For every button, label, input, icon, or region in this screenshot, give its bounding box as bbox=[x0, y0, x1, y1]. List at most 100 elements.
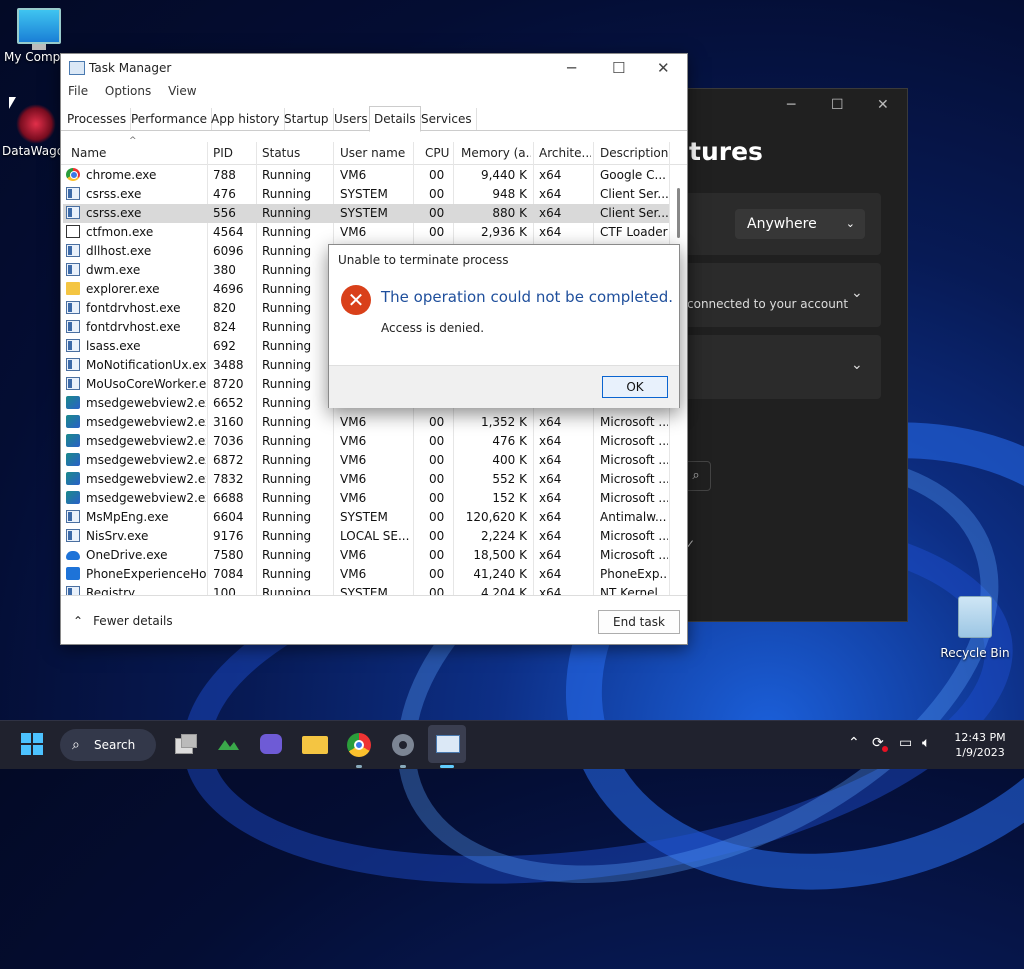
process-description: Microsoft ... bbox=[600, 472, 668, 486]
table-row[interactable]: PhoneExperienceHo... 7084 Running VM6 00 41,2… bbox=[63, 565, 669, 584]
start-button[interactable] bbox=[18, 730, 48, 760]
tab-startup[interactable]: Startup bbox=[280, 108, 334, 130]
process-description: Google C... bbox=[600, 168, 666, 182]
process-memory: 9,440 K bbox=[480, 168, 527, 182]
process-user: SYSTEM bbox=[340, 187, 388, 201]
process-architecture: x64 bbox=[539, 491, 562, 505]
process-memory: 400 K bbox=[492, 453, 527, 467]
close-icon[interactable]: ✕ bbox=[877, 97, 889, 113]
task-manager-taskbar-icon[interactable] bbox=[428, 725, 466, 763]
table-row[interactable]: NisSrv.exe 9176 Running LOCAL SE... 00 2,224 … bbox=[63, 527, 669, 546]
table-row[interactable]: MsMpEng.exe 6604 Running SYSTEM 00 120,620 K x… bbox=[63, 508, 669, 527]
minimize-icon[interactable]: ─ bbox=[787, 97, 795, 113]
column-header-cpu[interactable]: CPU bbox=[425, 146, 449, 160]
maximize-icon[interactable]: ☐ bbox=[612, 59, 625, 77]
application-icon bbox=[66, 339, 80, 352]
process-memory: 476 K bbox=[492, 434, 527, 448]
chrome-icon[interactable] bbox=[344, 730, 374, 760]
end-task-button[interactable]: End task bbox=[598, 610, 680, 634]
process-pid: 4564 bbox=[213, 225, 244, 239]
settings-gear-icon[interactable] bbox=[388, 730, 418, 760]
tab-app-history[interactable]: App history bbox=[207, 108, 285, 130]
process-name: MoNotificationUx.exe bbox=[86, 358, 206, 372]
column-header-status[interactable]: Status bbox=[262, 146, 300, 160]
scrollbar-thumb[interactable] bbox=[677, 188, 680, 238]
table-row[interactable]: csrss.exe 476 Running SYSTEM 00 948 K x64 Clien… bbox=[63, 185, 669, 204]
process-cpu: 00 bbox=[429, 548, 445, 562]
tab-users[interactable]: Users bbox=[330, 108, 373, 130]
title-bar[interactable]: Task Manager ─ ☐ ✕ bbox=[61, 54, 687, 82]
table-row[interactable]: msedgewebview2.exe 7832 Running VM6 00 552 K x… bbox=[63, 470, 669, 489]
process-pid: 820 bbox=[213, 301, 236, 315]
process-pid: 7832 bbox=[213, 472, 244, 486]
table-row[interactable]: msedgewebview2.exe 3160 Running VM6 00 1,352 … bbox=[63, 413, 669, 432]
tab-services[interactable]: Services bbox=[417, 108, 477, 130]
application-icon bbox=[66, 320, 80, 333]
widgets-icon[interactable] bbox=[213, 730, 243, 760]
taskbar-search[interactable]: ⌕ Search bbox=[60, 729, 156, 761]
process-cpu: 00 bbox=[429, 510, 445, 524]
process-status: Running bbox=[262, 548, 312, 562]
file-explorer-icon[interactable] bbox=[300, 730, 330, 760]
chrome-icon bbox=[66, 168, 80, 181]
column-header-architecture[interactable]: Archite... bbox=[539, 146, 591, 160]
column-header-pid[interactable]: PID bbox=[213, 146, 233, 160]
settings-heading: tures bbox=[689, 137, 763, 166]
settings-card[interactable]: connected to your account ⌄ bbox=[681, 263, 881, 327]
process-architecture: x64 bbox=[539, 415, 562, 429]
maximize-icon[interactable]: ☐ bbox=[831, 97, 844, 113]
show-hidden-icons-chevron-up-icon[interactable]: ⌃ bbox=[848, 735, 860, 751]
table-row[interactable]: msedgewebview2.exe 7036 Running VM6 00 476 K x… bbox=[63, 432, 669, 451]
fewer-details-button[interactable]: ⌃ Fewer details bbox=[73, 614, 173, 628]
volume-icon[interactable]: 🔈︎ bbox=[922, 735, 930, 751]
edge-webview-icon bbox=[66, 491, 80, 504]
process-user: LOCAL SE... bbox=[340, 529, 410, 543]
application-icon bbox=[66, 263, 80, 276]
process-name: dllhost.exe bbox=[86, 244, 152, 258]
table-row[interactable]: msedgewebview2.exe 6872 Running VM6 00 400 K x… bbox=[63, 451, 669, 470]
table-row[interactable]: chrome.exe 788 Running VM6 00 9,440 K x64 Googl… bbox=[63, 166, 669, 185]
column-header-name[interactable]: Name bbox=[71, 146, 106, 160]
tab-details[interactable]: Details bbox=[369, 106, 421, 132]
menu-file[interactable]: File bbox=[68, 84, 88, 98]
chevron-down-icon[interactable]: ⌄ bbox=[851, 285, 863, 301]
process-name: msedgewebview2.exe bbox=[86, 434, 206, 448]
chat-icon[interactable] bbox=[256, 730, 286, 760]
table-row[interactable]: csrss.exe 556 Running SYSTEM 00 880 K x64 Clien… bbox=[63, 204, 669, 223]
ok-button[interactable]: OK bbox=[602, 376, 668, 398]
column-header-user-name[interactable]: User name bbox=[340, 146, 405, 160]
install-source-dropdown[interactable]: Anywhere ⌄ bbox=[735, 209, 865, 239]
process-cpu: 00 bbox=[429, 225, 445, 239]
process-status: Running bbox=[262, 187, 312, 201]
error-dialog[interactable]: Unable to terminate process ✕ The operat… bbox=[328, 244, 680, 408]
process-cpu: 00 bbox=[429, 168, 445, 182]
dialog-main-instruction: The operation could not be completed. bbox=[381, 288, 674, 306]
process-status: Running bbox=[262, 510, 312, 524]
desktop-icon-datawagon[interactable]: DataWagon bbox=[2, 104, 72, 158]
desktop-icon-recycle-bin[interactable]: Recycle Bin bbox=[938, 596, 1012, 660]
process-name: msedgewebview2.exe bbox=[86, 396, 206, 410]
column-header-memory[interactable]: Memory (a... bbox=[461, 146, 531, 160]
table-row[interactable]: OneDrive.exe 7580 Running VM6 00 18,500 K x64 M… bbox=[63, 546, 669, 565]
taskbar-clock[interactable]: 12:43 PM 1/9/2023 bbox=[948, 730, 1012, 760]
table-row[interactable]: ctfmon.exe 4564 Running VM6 00 2,936 K x64 CTF … bbox=[63, 223, 669, 242]
settings-card[interactable]: ⌄ bbox=[681, 335, 881, 399]
menu-options[interactable]: Options bbox=[105, 84, 151, 98]
process-pid: 692 bbox=[213, 339, 236, 353]
process-description: Microsoft ... bbox=[600, 434, 668, 448]
close-icon[interactable]: ✕ bbox=[657, 59, 670, 77]
application-icon bbox=[66, 529, 80, 542]
task-view-icon[interactable] bbox=[170, 730, 200, 760]
process-description: Microsoft ... bbox=[600, 491, 668, 505]
column-header-description[interactable]: Description bbox=[600, 146, 668, 160]
minimize-icon[interactable]: ─ bbox=[567, 59, 576, 77]
chevron-down-icon[interactable]: ⌄ bbox=[851, 357, 863, 373]
tab-processes[interactable]: Processes bbox=[63, 108, 132, 130]
table-row[interactable]: msedgewebview2.exe 6688 Running VM6 00 152 K x… bbox=[63, 489, 669, 508]
process-status: Running bbox=[262, 567, 312, 581]
monitor-icon bbox=[17, 8, 61, 44]
menu-view[interactable]: View bbox=[168, 84, 196, 98]
network-icon[interactable]: ▭ bbox=[899, 735, 912, 751]
tab-performance[interactable]: Performance bbox=[127, 108, 213, 130]
process-name: MsMpEng.exe bbox=[86, 510, 169, 524]
